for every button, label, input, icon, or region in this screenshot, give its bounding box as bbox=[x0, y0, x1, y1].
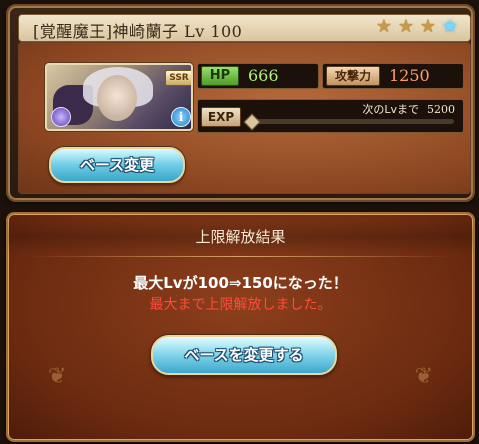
exp-stat: EXP 次のLvまで 5200 bbox=[197, 99, 464, 133]
hp-value: 666 bbox=[248, 66, 279, 85]
character-title-bar: [覚醒魔王]神崎蘭子 Lv 100 ★ ★ ★ ★ bbox=[18, 14, 471, 42]
change-base-button[interactable]: ベースを変更する bbox=[151, 335, 337, 375]
ornament-icon: ❦ bbox=[48, 364, 67, 389]
info-icon[interactable]: i bbox=[171, 107, 191, 127]
portrait-face bbox=[97, 75, 137, 121]
exp-label: EXP bbox=[201, 107, 241, 127]
divider bbox=[28, 256, 453, 257]
star-gold-icon: ★ bbox=[419, 16, 437, 37]
rarity-stars: ★ ★ ★ ★ bbox=[372, 17, 460, 37]
star-blue-icon: ★ bbox=[441, 16, 459, 37]
attack-label: 攻撃力 bbox=[326, 66, 380, 86]
character-name: [覚醒魔王]神崎蘭子 Lv 100 bbox=[33, 22, 243, 41]
ssr-badge: SSR bbox=[165, 70, 191, 86]
dark-element-icon bbox=[51, 107, 71, 127]
next-level-info: 次のLvまで 5200 bbox=[362, 101, 455, 117]
max-reached-message: 最大まで上限解放しました。 bbox=[149, 297, 332, 313]
limit-break-dialog: ❦ ❦ 上限解放結果 最大Lvが100⇒150になった！ 最大まで上限解放しまし… bbox=[6, 212, 475, 442]
hp-stat: HP 666 bbox=[197, 63, 319, 89]
attack-value: 1250 bbox=[389, 66, 430, 85]
character-status-panel: [覚醒魔王]神崎蘭子 Lv 100 ★ ★ ★ ★ SSR i ベース変更 HP 66… bbox=[6, 4, 475, 202]
result-message: 最大Lvが100⇒150になった！ bbox=[133, 274, 348, 292]
next-level-label: 次のLvまで bbox=[362, 103, 419, 116]
hp-label: HP bbox=[201, 66, 239, 86]
next-level-value: 5200 bbox=[427, 103, 455, 116]
dialog-title: 上限解放結果 bbox=[8, 220, 473, 254]
base-change-button[interactable]: ベース変更 bbox=[49, 147, 185, 183]
attack-stat: 攻撃力 1250 bbox=[322, 63, 464, 89]
exp-marker-icon bbox=[243, 113, 261, 131]
exp-progress-bar bbox=[250, 119, 454, 124]
star-gold-icon: ★ bbox=[375, 16, 393, 37]
character-content: SSR i ベース変更 HP 666 攻撃力 1250 EXP 次のLvまで 52… bbox=[18, 42, 471, 194]
ornament-icon: ❦ bbox=[414, 364, 433, 389]
star-gold-icon: ★ bbox=[397, 16, 415, 37]
